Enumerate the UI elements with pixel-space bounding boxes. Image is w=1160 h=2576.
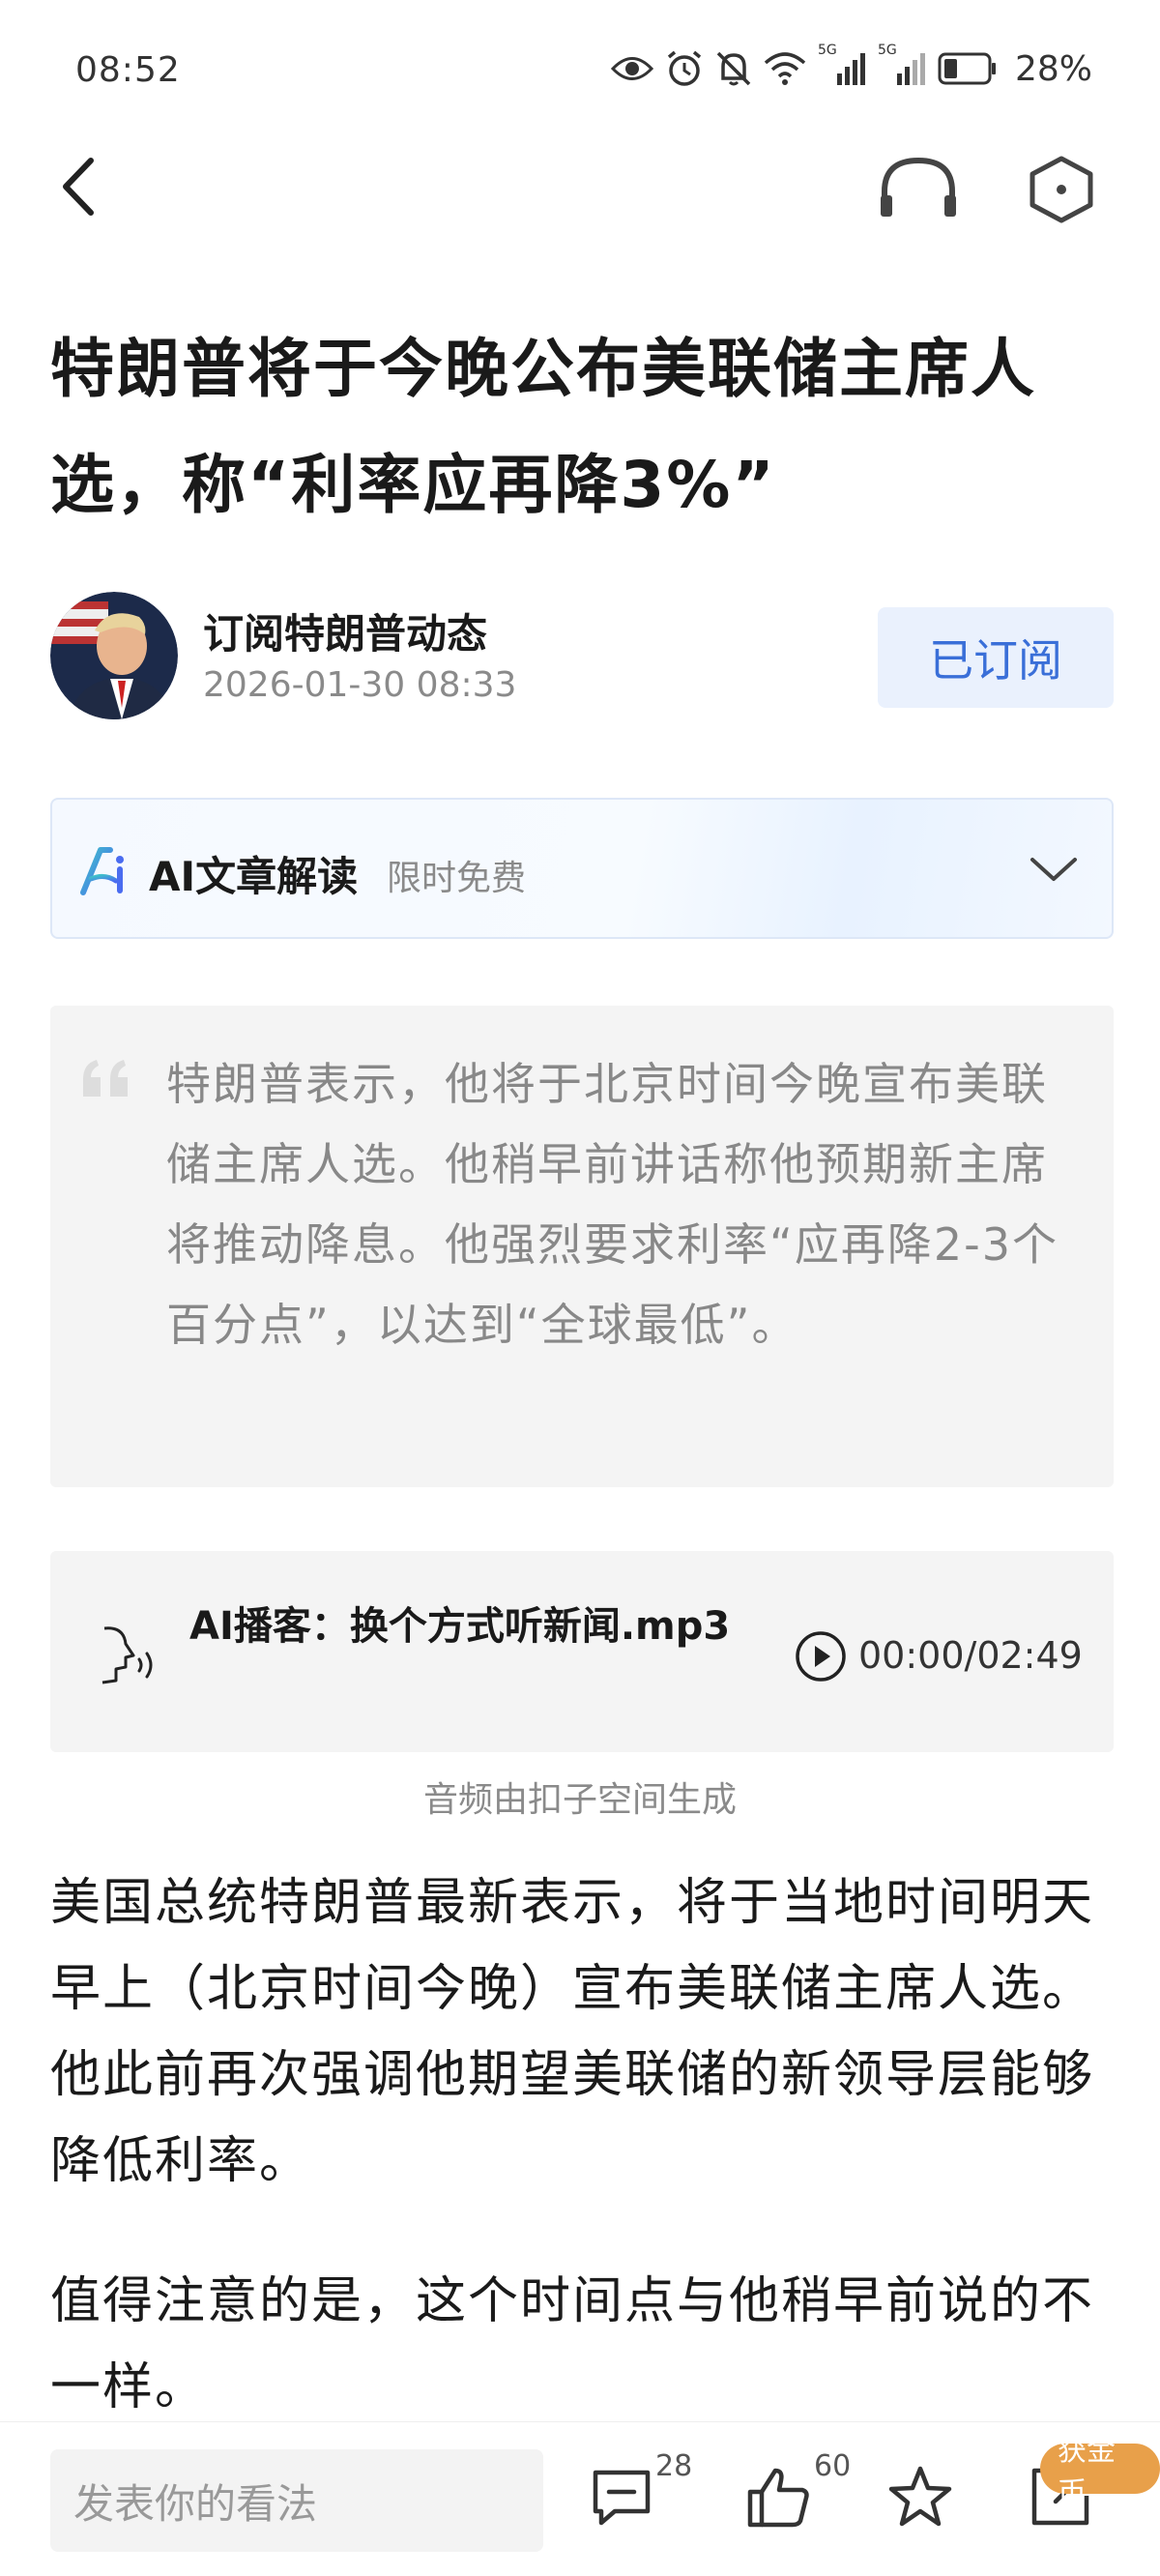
network-type-1: 5G xyxy=(817,43,837,58)
battery-icon xyxy=(938,52,996,85)
quote-mark-icon xyxy=(83,1060,128,1097)
eye-icon xyxy=(610,57,653,80)
body-paragraph: 值得注意的是，这个时间点与他稍早前说的不一样。 xyxy=(50,2272,1095,2416)
alarm-icon xyxy=(667,50,702,86)
comment-input[interactable]: 发表你的看法 xyxy=(50,2449,543,2552)
status-icons: 5G 5G 28% xyxy=(610,43,1092,91)
summary-quote-text: 特朗普表示，他将于北京时间今晚宣布美联储主席人选。他稍早前讲话称他预期新主席将推… xyxy=(166,1058,1058,1351)
chevron-left-icon xyxy=(63,158,94,216)
wifi-icon xyxy=(764,52,806,85)
headset-icon xyxy=(881,157,956,217)
chevron-down-icon[interactable] xyxy=(1029,850,1079,889)
status-bar: 08:52 5G 5G 28% xyxy=(0,0,1160,135)
author-avatar[interactable] xyxy=(50,592,178,719)
comment-count: 28 xyxy=(655,2449,693,2483)
speaking-head-icon xyxy=(102,1626,153,1684)
publish-time: 2026-01-30 08:33 xyxy=(203,665,517,705)
author-name[interactable]: 订阅特朗普动态 xyxy=(203,601,487,660)
network-type-2: 5G xyxy=(877,43,897,58)
podcast-title: AI播客：换个方式听新闻.mp3 xyxy=(189,1604,731,1649)
coin-badge: 获金币 xyxy=(1040,2434,1160,2510)
star-icon[interactable] xyxy=(887,2465,953,2529)
body-paragraph: 美国总统特朗普最新表示，将于当地时间明天早上（北京时间今晚）宣布美联储主席人选。… xyxy=(50,1874,1095,2190)
ai-interpret-label: AI文章解读 xyxy=(149,853,359,900)
listen-button[interactable] xyxy=(875,153,962,220)
signal-1: 5G xyxy=(818,43,866,87)
signal-2: 5G xyxy=(878,43,926,87)
subscribed-button[interactable]: 已订阅 xyxy=(878,607,1114,708)
ai-podcast-player[interactable]: AI播客：换个方式听新闻.mp3 00:00/02:49 xyxy=(50,1551,1114,1752)
ai-interpret-panel[interactable]: AI文章解读 限时免费 xyxy=(50,798,1114,939)
more-button[interactable] xyxy=(1023,153,1100,224)
podcast-caption: 音频由扣子空间生成 xyxy=(422,1780,737,1820)
avatar-image xyxy=(50,592,178,719)
article-title: 特朗普将于今晚公布美联储主席人选，称“利率应再降3%” xyxy=(50,332,1036,522)
like-count: 60 xyxy=(814,2449,852,2483)
battery-percent: 28% xyxy=(1014,48,1092,89)
back-button[interactable] xyxy=(50,153,108,220)
ai-logo-icon xyxy=(80,847,124,895)
thumbs-up-icon[interactable] xyxy=(744,2465,812,2529)
summary-quote-box: 特朗普表示，他将于北京时间今晚宣布美联储主席人选。他稍早前讲话称他预期新主席将推… xyxy=(50,1006,1114,1487)
status-time: 08:52 xyxy=(75,50,181,90)
play-icon[interactable] xyxy=(795,1630,847,1683)
bottom-action-bar: 发表你的看法 28 60 获金币 xyxy=(0,2421,1160,2576)
podcast-time: 00:00/02:49 xyxy=(858,1634,1083,1677)
hexagon-icon xyxy=(1030,156,1093,223)
mute-bell-icon xyxy=(716,51,751,86)
ai-interpret-sublabel: 限时免费 xyxy=(387,859,527,898)
comment-icon[interactable] xyxy=(590,2465,653,2529)
